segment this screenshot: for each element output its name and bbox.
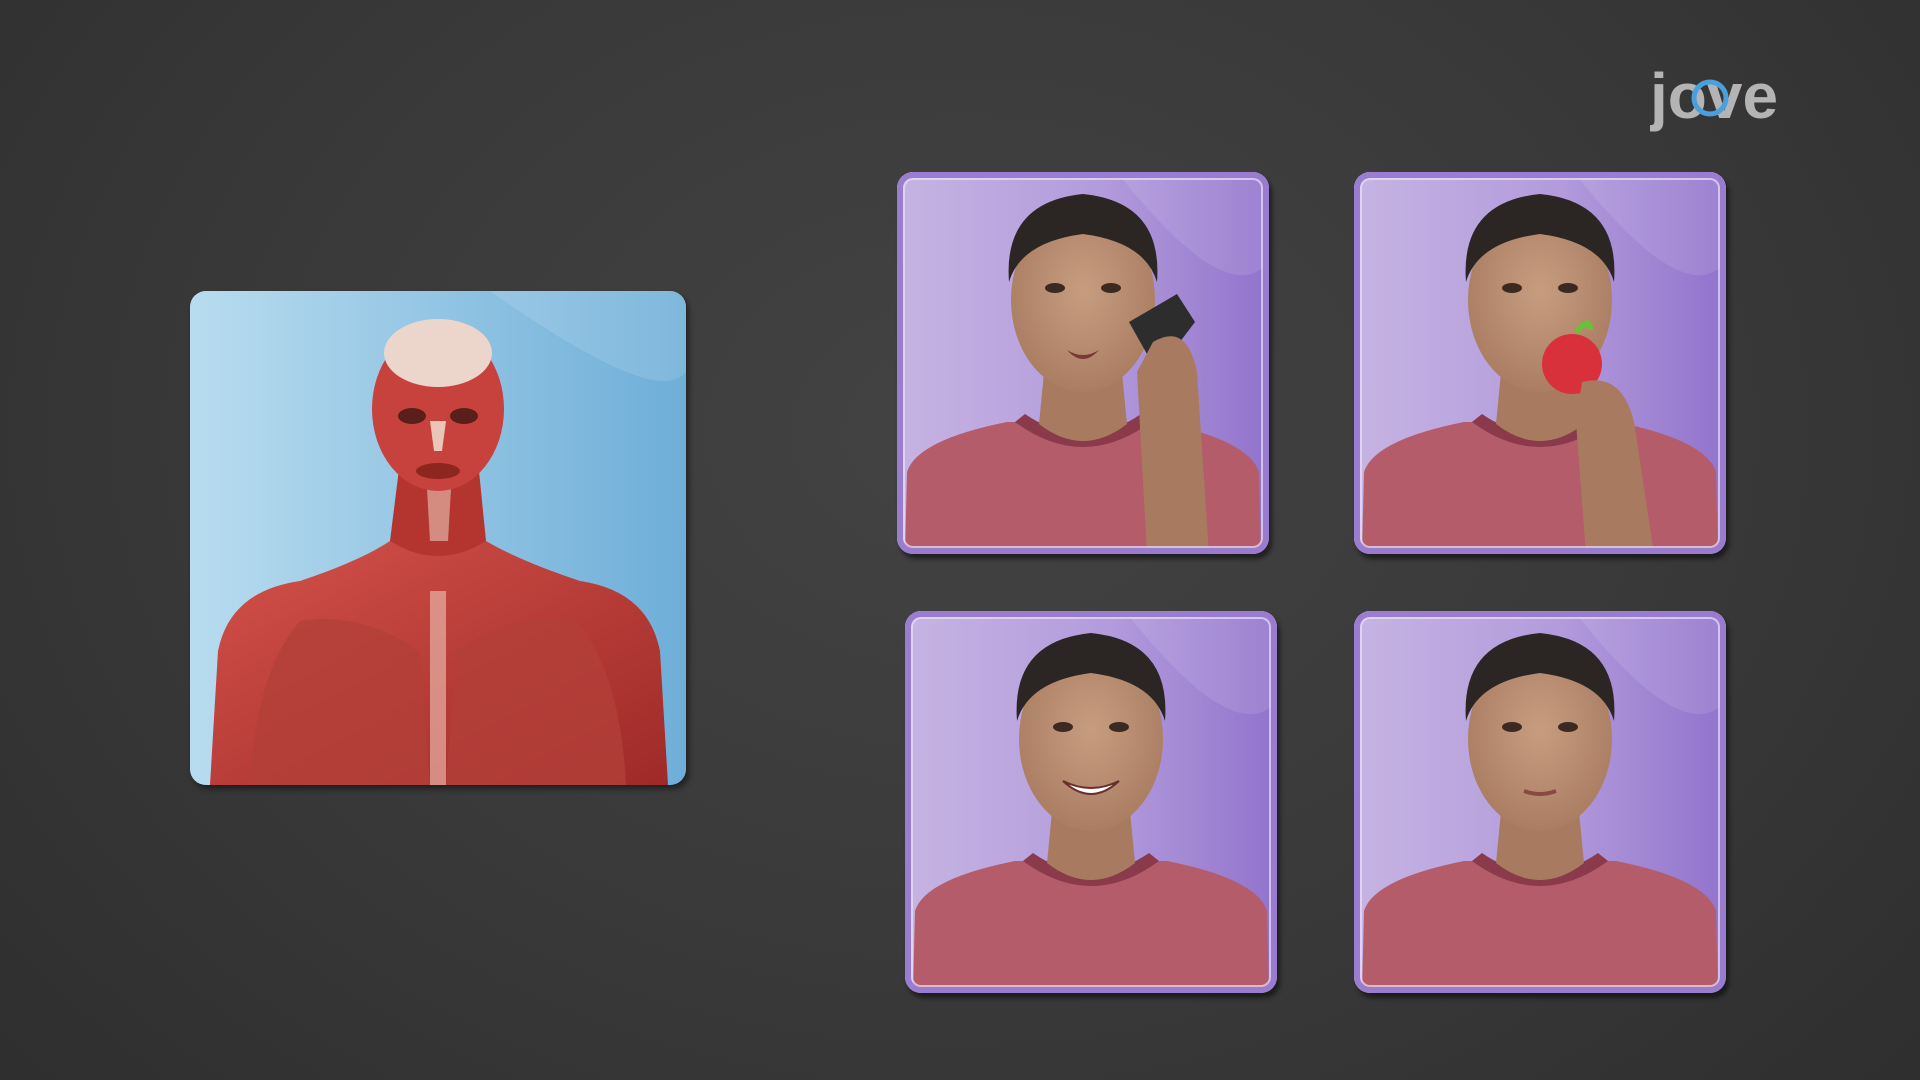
man-smiling [905,611,1277,993]
face-card-apple[interactable] [1354,172,1726,554]
face-card-neutral[interactable] [1354,611,1726,993]
anatomy-muscle-illustration [190,291,686,785]
man-eating-apple [1354,172,1726,554]
man-talking-on-phone [897,172,1269,554]
man-neutral-expression [1354,611,1726,993]
jove-logo: jove [1649,58,1830,144]
face-card-smile[interactable] [905,611,1277,993]
anatomy-card[interactable] [190,291,686,785]
stage-background: jove [0,0,1920,1080]
face-card-phone[interactable] [897,172,1269,554]
logo-text: jove [1650,60,1778,132]
